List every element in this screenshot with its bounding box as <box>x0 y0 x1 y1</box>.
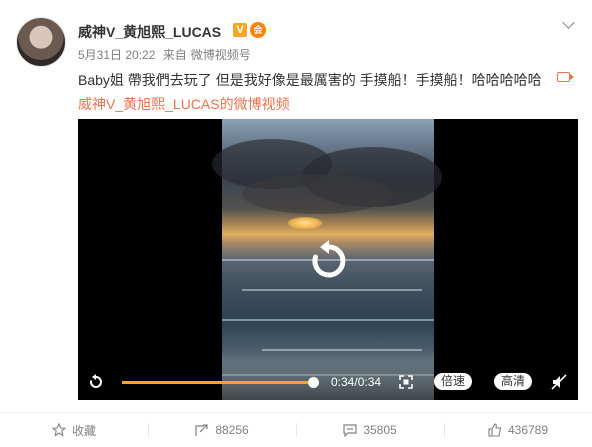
verified-badge: V <box>233 23 247 37</box>
post-meta: 5月31日 20:22 来自 微博视频号 <box>78 46 255 63</box>
favorite-button[interactable]: 收藏 <box>0 413 148 447</box>
fullscreen-icon[interactable] <box>399 375 413 389</box>
replay-small-icon[interactable] <box>88 374 104 390</box>
vip-badge[interactable]: 会 <box>250 22 266 38</box>
post-text: Baby姐 帶我們去玩了 但是我好像是最厲害的 手摸船！手摸船！哈哈哈哈哈 <box>78 72 542 88</box>
post-date[interactable]: 5月31日 20:22 <box>78 48 155 62</box>
video-player[interactable]: 0:34/0:34 倍速 高清 <box>78 119 578 400</box>
post-source[interactable]: 微博视频号 <box>191 48 251 62</box>
speed-button[interactable]: 倍速 <box>434 373 473 390</box>
like-count: 436789 <box>507 423 549 437</box>
star-icon <box>51 423 66 437</box>
repost-icon <box>195 424 208 436</box>
source-prefix: 来自 <box>162 48 187 62</box>
comment-icon <box>343 424 357 437</box>
thumbs-up-icon <box>488 423 502 437</box>
like-button[interactable]: 436789 <box>444 413 592 447</box>
favorite-label: 收藏 <box>71 423 96 438</box>
repost-button[interactable]: 88256 <box>148 413 296 447</box>
progress-bar[interactable] <box>122 381 315 384</box>
video-link[interactable]: 威神V_黄旭熙_LUCAS的微博视频 <box>78 94 290 114</box>
video-camera-icon <box>557 72 574 82</box>
author-name[interactable]: 威神V_黄旭熙_LUCAS <box>78 22 221 42</box>
video-controls: 0:34/0:34 倍速 高清 <box>78 361 578 400</box>
chevron-down-icon[interactable] <box>562 18 574 30</box>
progress-knob[interactable] <box>308 377 319 388</box>
sun <box>288 217 322 229</box>
comment-count: 35805 <box>363 423 397 437</box>
avatar[interactable] <box>16 17 66 67</box>
action-bar: 收藏 88256 35805 436789 <box>0 413 592 447</box>
comment-button[interactable]: 35805 <box>296 413 444 447</box>
quality-button[interactable]: 高清 <box>494 373 533 390</box>
replay-icon[interactable] <box>307 239 351 283</box>
video-time: 0:34/0:34 <box>331 375 382 389</box>
mute-icon[interactable] <box>551 374 567 390</box>
repost-count: 88256 <box>215 423 249 437</box>
